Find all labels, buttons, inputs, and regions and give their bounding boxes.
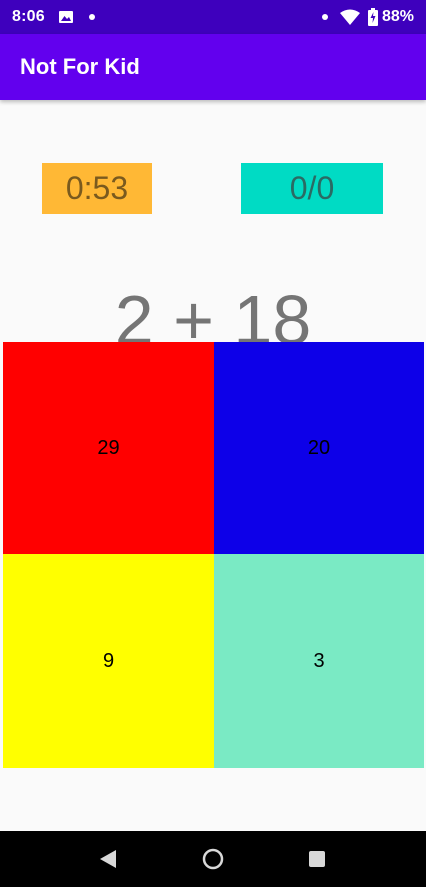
- answer-grid: 29 20 9 3: [3, 342, 424, 769]
- notification-dot-icon: [322, 14, 328, 20]
- answer-button-2[interactable]: 20: [214, 342, 424, 554]
- recents-icon[interactable]: [308, 850, 326, 868]
- back-icon[interactable]: [98, 849, 118, 869]
- app-title: Not For Kid: [20, 54, 140, 79]
- home-icon[interactable]: [202, 848, 224, 870]
- answer-button-3[interactable]: 9: [3, 554, 214, 768]
- status-bar: 8:06 88%: [0, 0, 426, 34]
- timer-display: 0:53: [42, 163, 152, 214]
- battery-percentage: 88%: [382, 8, 415, 25]
- answer-button-1[interactable]: 29: [3, 342, 214, 554]
- app-bar: Not For Kid: [0, 34, 426, 100]
- status-time: 8:06: [12, 8, 45, 25]
- score-display: 0/0: [241, 163, 383, 214]
- answer-button-4[interactable]: 3: [214, 554, 424, 768]
- battery-charging-icon: [368, 8, 378, 26]
- notification-dot-icon: [89, 14, 95, 20]
- wifi-icon: [340, 9, 360, 25]
- navigation-bar: [0, 831, 426, 887]
- photo-icon: [59, 11, 73, 23]
